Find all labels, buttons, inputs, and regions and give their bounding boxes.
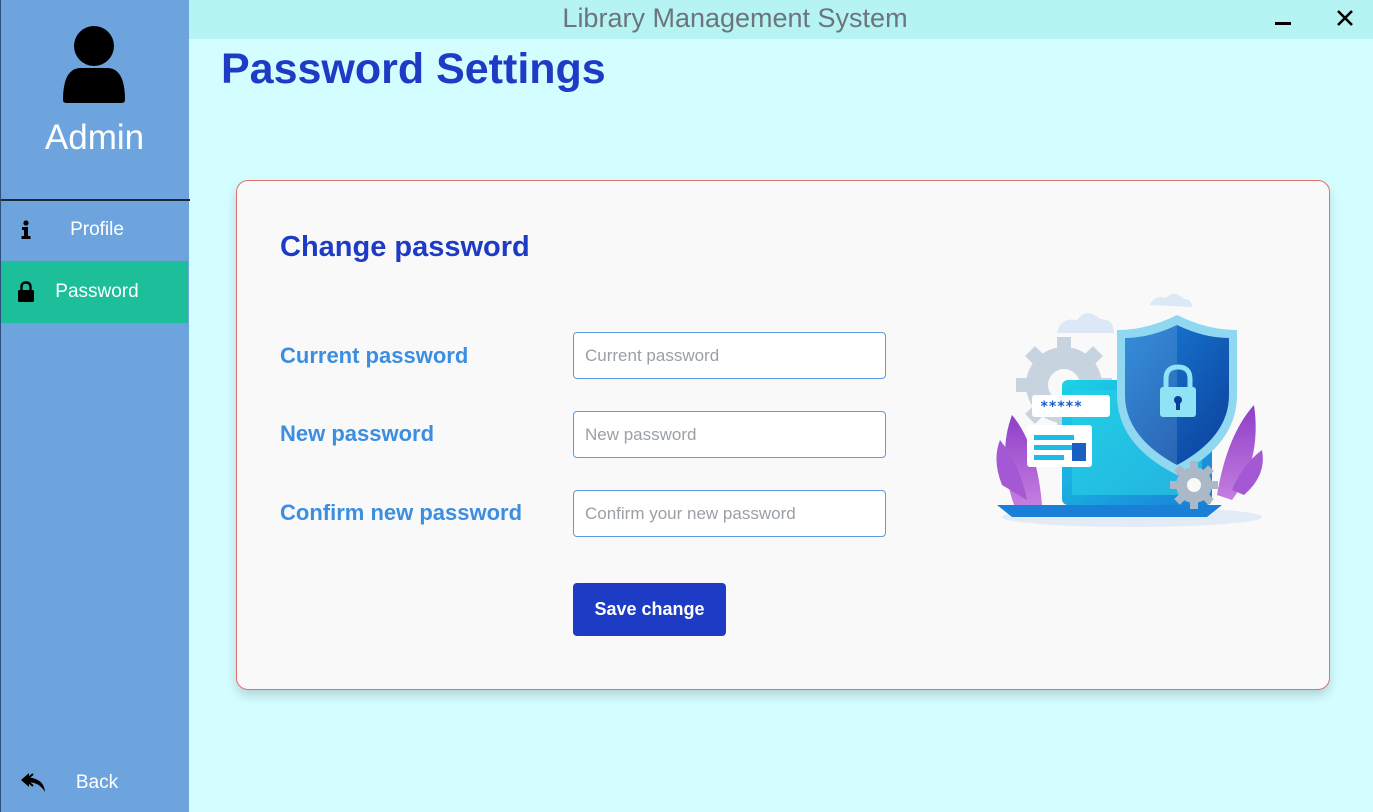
back-button[interactable]: Back (1, 752, 188, 812)
sidebar-item-profile[interactable]: Profile (1, 199, 188, 261)
current-password-label: Current password (280, 343, 469, 368)
back-label: Back (75, 772, 119, 793)
sidebar-item-label: Profile (70, 219, 124, 240)
new-password-label: New password (280, 421, 435, 446)
window-title: Library Management System (562, 3, 908, 33)
minimize-button[interactable] (1267, 4, 1299, 36)
window-titlebar: Library Management System (189, 0, 1373, 39)
user-avatar-icon (61, 24, 127, 104)
user-name-label: Admin (44, 118, 145, 157)
change-password-card: Change password Current password New pas… (236, 180, 1330, 690)
password-mask-text: ***** (1040, 399, 1082, 415)
close-icon (1336, 9, 1354, 32)
sidebar-item-label: Password (55, 281, 139, 302)
security-shield-laptop-illustration: ***** (992, 285, 1267, 535)
current-password-input[interactable] (573, 332, 886, 379)
sidebar: Admin Profile Password Back (0, 0, 190, 812)
new-password-input[interactable] (573, 411, 886, 458)
save-change-button[interactable]: Save change (573, 583, 726, 636)
confirm-password-input[interactable] (573, 490, 886, 537)
page-title: Password Settings (221, 45, 606, 93)
sidebar-item-password[interactable]: Password (1, 261, 188, 323)
form-title: Change password (280, 231, 530, 263)
confirm-password-label: Confirm new password (280, 500, 523, 525)
close-button[interactable] (1329, 4, 1361, 36)
minimize-icon (1274, 9, 1292, 32)
